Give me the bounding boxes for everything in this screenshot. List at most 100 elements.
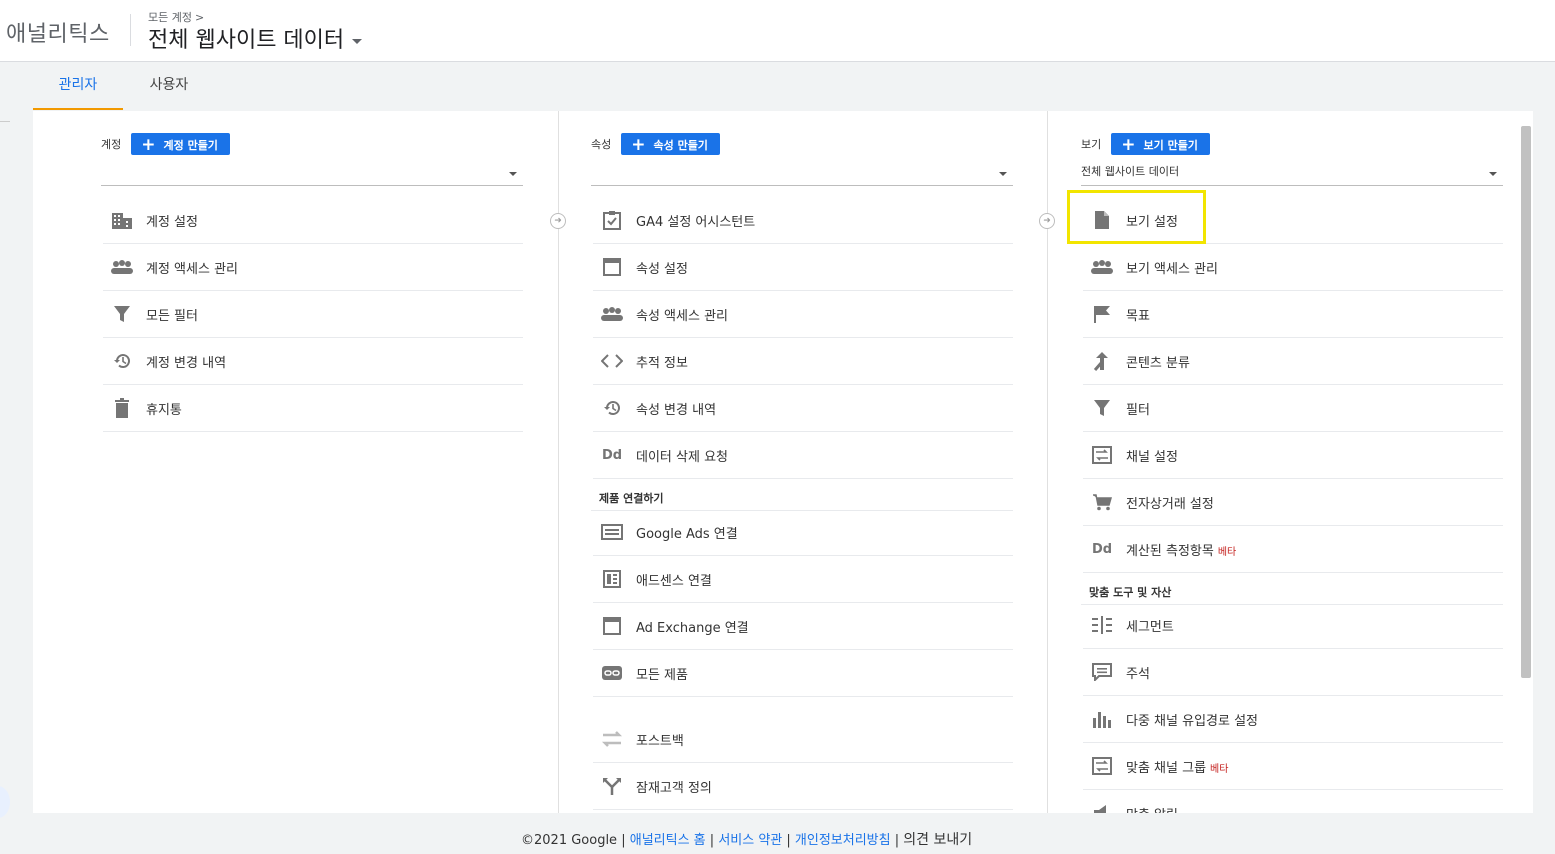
create-account-button[interactable]: + 계정 만들기 — [131, 133, 230, 155]
property-selector[interactable] — [591, 162, 1013, 186]
footer-separator: | — [709, 833, 715, 848]
footer-separator: | — [894, 833, 900, 848]
plus-icon: + — [631, 135, 646, 155]
account-item-access[interactable]: 계정 액세스 관리 — [103, 244, 523, 291]
property-item-ad-exchange[interactable]: Ad Exchange 연결 — [593, 603, 1013, 650]
view-item-mcf-settings[interactable]: 다중 채널 유입경로 설정 — [1083, 696, 1503, 743]
footer-link-home[interactable]: 애널리틱스 홈 — [630, 833, 706, 848]
view-item-segments[interactable]: 세그먼트 — [1083, 602, 1503, 649]
left-edge-line — [0, 121, 10, 122]
view-item-calculated-metrics[interactable]: Dd 계산된 측정항목 베타 — [1083, 526, 1503, 573]
view-column-header: 보기 + 보기 만들기 — [1081, 133, 1210, 155]
footer-link-privacy[interactable]: 개인정보처리방침 — [795, 833, 891, 848]
channel-icon — [1089, 755, 1115, 777]
account-item-history[interactable]: 계정 변경 내역 — [103, 338, 523, 385]
postback-icon — [599, 728, 625, 750]
copyright: ©2021 Google — [521, 833, 618, 848]
footer-link-terms[interactable]: 서비스 약관 — [718, 833, 782, 848]
code-icon — [599, 350, 625, 372]
view-selector[interactable]: 전체 웹사이트 데이터 — [1081, 162, 1503, 186]
account-label: 계정 — [101, 138, 122, 151]
view-item-ecommerce[interactable]: 전자상거래 설정 — [1083, 479, 1503, 526]
create-property-button[interactable]: + 속성 만들기 — [621, 133, 720, 155]
view-item-custom-channel-grouping[interactable]: 맞춤 채널 그룹 베타 — [1083, 743, 1503, 790]
item-label: 계산된 측정항목 — [1126, 543, 1214, 559]
history-icon — [599, 397, 625, 419]
property-item-all-products[interactable]: 모든 제품 — [593, 650, 1013, 697]
item-label: 계정 액세스 관리 — [146, 261, 238, 277]
account-item-trash[interactable]: 휴지통 — [103, 385, 523, 432]
dd-icon: Dd — [601, 447, 623, 463]
section-product-linking: 제품 연결하기 — [591, 489, 1013, 511]
app-header: 애널리틱스 모든 계정 > 전체 웹사이트 데이터 — [0, 0, 1555, 62]
ads-icon — [599, 521, 625, 543]
view-item-custom-alerts[interactable]: 맞춤 알림 — [1083, 790, 1503, 813]
tab-user[interactable]: 사용자 — [129, 62, 209, 110]
item-label-wrap: 맞춤 채널 그룹 베타 — [1126, 757, 1228, 776]
feedback-button[interactable]: 의견 보내기 — [903, 832, 972, 848]
property-item-postback[interactable]: 포스트백 — [593, 716, 1013, 763]
view-item-channel-settings[interactable]: 채널 설정 — [1083, 432, 1503, 479]
people-icon — [599, 303, 625, 325]
property-item-ga4[interactable]: GA4 설정 어시스턴트 — [593, 197, 1013, 244]
brand-name[interactable]: 애널리틱스 — [6, 16, 110, 48]
item-label: 포스트백 — [636, 733, 684, 749]
window-icon — [599, 615, 625, 637]
item-label: 애드센스 연결 — [636, 573, 712, 589]
footer-separator: | — [786, 833, 791, 848]
item-label: 보기 액세스 관리 — [1126, 261, 1218, 277]
alert-icon — [1089, 802, 1115, 813]
view-item-goals[interactable]: 목표 — [1083, 291, 1503, 338]
property-item-access[interactable]: 속성 액세스 관리 — [593, 291, 1013, 338]
item-label: 세그먼트 — [1126, 619, 1174, 635]
property-item-tracking[interactable]: 추적 정보 — [593, 338, 1013, 385]
item-label: 콘텐츠 분류 — [1126, 355, 1190, 371]
property-item-adsense[interactable]: 애드센스 연결 — [593, 556, 1013, 603]
dropdown-arrow-icon — [999, 172, 1007, 176]
create-view-label: 보기 만들기 — [1143, 139, 1198, 152]
create-view-button[interactable]: + 보기 만들기 — [1111, 133, 1210, 155]
item-label-wrap: 계산된 측정항목 베타 — [1126, 540, 1236, 559]
item-label: Ad Exchange 연결 — [636, 620, 749, 636]
arrow-right-icon: ➜ — [1039, 213, 1055, 229]
beta-badge: 베타 — [1210, 763, 1229, 775]
item-label: 데이터 삭제 요청 — [636, 449, 728, 465]
property-item-history[interactable]: 속성 변경 내역 — [593, 385, 1013, 432]
cart-icon — [1089, 491, 1115, 513]
history-icon — [109, 350, 135, 372]
dd-icon: Dd — [1091, 541, 1113, 557]
item-label: 모든 제품 — [636, 667, 688, 683]
item-label: 주석 — [1126, 666, 1150, 682]
view-item-annotations[interactable]: 주석 — [1083, 649, 1503, 696]
view-selector[interactable]: 전체 웹사이트 데이터 — [148, 22, 363, 54]
property-item-google-ads[interactable]: Google Ads 연결 — [593, 509, 1013, 556]
item-label: 휴지통 — [146, 402, 182, 418]
page-title: 전체 웹사이트 데이터 — [148, 28, 345, 53]
item-label: 목표 — [1126, 308, 1150, 324]
view-label: 보기 — [1081, 138, 1102, 151]
account-item-filters[interactable]: 모든 필터 — [103, 291, 523, 338]
checklist-icon — [599, 209, 625, 231]
admin-panel: 계정 + 계정 만들기 계정 설정 계정 액세스 관리 모든 필터 계정 변경 내역… — [33, 111, 1533, 813]
item-label: 다중 채널 유입경로 설정 — [1126, 713, 1258, 729]
view-item-access[interactable]: 보기 액세스 관리 — [1083, 244, 1503, 291]
view-item-filters[interactable]: 필터 — [1083, 385, 1503, 432]
account-item-settings[interactable]: 계정 설정 — [103, 197, 523, 244]
scrollbar[interactable] — [1521, 126, 1531, 678]
property-item-data-deletion[interactable]: Dd 데이터 삭제 요청 — [593, 432, 1013, 479]
brand-divider — [130, 14, 131, 46]
item-label: 속성 변경 내역 — [636, 402, 717, 418]
item-label: 추적 정보 — [636, 355, 688, 371]
plus-icon: + — [141, 135, 156, 155]
building-icon — [109, 209, 135, 231]
segment-icon — [1089, 614, 1115, 636]
item-label: 계정 변경 내역 — [146, 355, 227, 371]
property-item-audience[interactable]: 잠재고객 정의 — [593, 763, 1013, 810]
tab-admin[interactable]: 관리자 — [33, 62, 123, 110]
item-label: GA4 설정 어시스턴트 — [636, 214, 756, 230]
property-item-settings[interactable]: 속성 설정 — [593, 244, 1013, 291]
view-item-content-grouping[interactable]: 콘텐츠 분류 — [1083, 338, 1503, 385]
item-label: 채널 설정 — [1126, 449, 1178, 465]
account-selector[interactable] — [101, 162, 523, 186]
people-icon — [1089, 256, 1115, 278]
